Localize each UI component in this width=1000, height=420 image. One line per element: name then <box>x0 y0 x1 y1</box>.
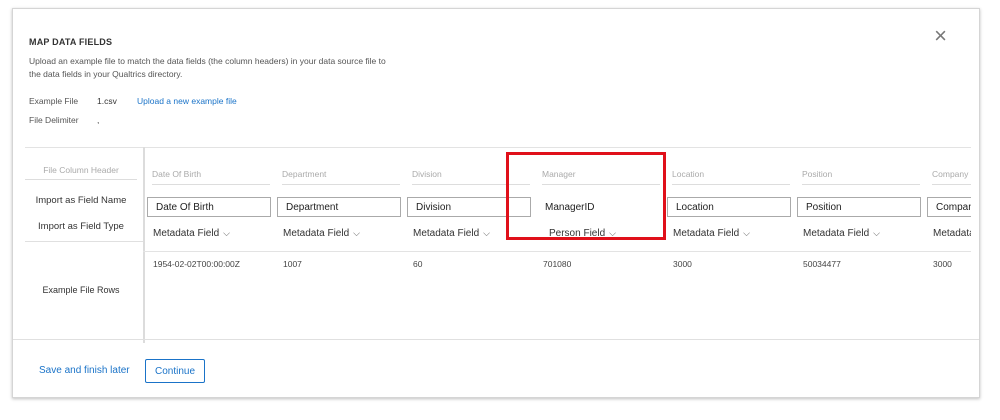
file-delimiter-value: , <box>97 115 100 125</box>
mapping-columns: Date Of Birth Metadata Field⌵ 1954-02-02… <box>143 147 971 343</box>
column-header: Department <box>282 169 400 185</box>
field-mapping-grid: File Column Header Import as Field Name … <box>13 147 971 343</box>
map-data-fields-dialog: × MAP DATA FIELDS Upload an example file… <box>12 8 980 398</box>
column-header: Company <box>932 169 971 185</box>
column-header: Location <box>672 169 790 185</box>
field-type-value: Metadata Field <box>673 228 740 239</box>
example-value: 1954-02-02T00:00:00Z <box>153 259 240 269</box>
example-value: 701080 <box>543 259 572 269</box>
field-type-value: Metadata Field <box>283 228 350 239</box>
field-type-value: Metadata Field <box>413 228 480 239</box>
field-type-value: Metadata Field <box>803 228 870 239</box>
chevron-down-icon: ⌵ <box>223 228 230 238</box>
field-type-value: Metadata Field <box>153 228 220 239</box>
field-name-input[interactable] <box>407 197 531 217</box>
column-header: Position <box>802 169 920 185</box>
file-column-header-label: File Column Header <box>25 165 137 180</box>
dialog-title: MAP DATA FIELDS <box>29 37 113 47</box>
row-label-divider <box>25 241 143 242</box>
column-header: Division <box>412 169 530 185</box>
field-type-dropdown[interactable]: Metadata Field⌵ <box>153 228 230 239</box>
column-header: Manager <box>542 169 660 185</box>
example-value: 60 <box>413 259 423 269</box>
import-field-name-label: Import as Field Name <box>35 195 127 206</box>
chevron-down-icon: ⌵ <box>609 228 616 238</box>
file-delimiter-label: File Delimiter <box>29 115 79 125</box>
field-type-dropdown[interactable]: Metadata Field⌵ <box>413 228 490 239</box>
chevron-down-icon: ⌵ <box>353 228 360 238</box>
close-icon[interactable]: × <box>934 25 947 47</box>
example-file-rows-label: Example File Rows <box>42 285 120 295</box>
field-name-input[interactable] <box>147 197 271 217</box>
dialog-description: Upload an example file to match the data… <box>29 56 386 79</box>
field-type-dropdown[interactable]: Metadata Field⌵ <box>673 228 750 239</box>
import-field-type-label: Import as Field Type <box>38 221 124 232</box>
column-header: Date Of Birth <box>152 169 270 185</box>
upload-example-file-link[interactable]: Upload a new example file <box>137 96 237 106</box>
example-file-label: Example File <box>29 96 79 106</box>
continue-button[interactable]: Continue <box>145 359 205 383</box>
chevron-down-icon: ⌵ <box>483 228 490 238</box>
example-value: 50034477 <box>803 259 841 269</box>
chevron-down-icon: ⌵ <box>743 228 750 238</box>
footer-divider <box>13 339 979 340</box>
field-type-dropdown[interactable]: Metadata Field⌵ <box>933 228 971 239</box>
field-name-input[interactable] <box>537 197 661 217</box>
example-value: 3000 <box>933 259 952 269</box>
example-file-value: 1.csv <box>97 96 117 106</box>
field-type-dropdown[interactable]: Person Field ⌵ <box>549 228 616 239</box>
field-name-input[interactable] <box>667 197 791 217</box>
chevron-down-icon: ⌵ <box>873 228 880 238</box>
field-type-value: Person Field <box>549 228 606 239</box>
field-type-dropdown[interactable]: Metadata Field⌵ <box>283 228 360 239</box>
row-label-column: File Column Header Import as Field Name … <box>25 147 145 343</box>
field-name-input[interactable] <box>797 197 921 217</box>
example-value: 1007 <box>283 259 302 269</box>
save-and-finish-later-link[interactable]: Save and finish later <box>39 365 130 376</box>
field-name-input[interactable] <box>277 197 401 217</box>
field-name-input[interactable] <box>927 197 971 217</box>
field-type-dropdown[interactable]: Metadata Field⌵ <box>803 228 880 239</box>
example-value: 3000 <box>673 259 692 269</box>
field-type-value: Metadata Field <box>933 228 971 239</box>
